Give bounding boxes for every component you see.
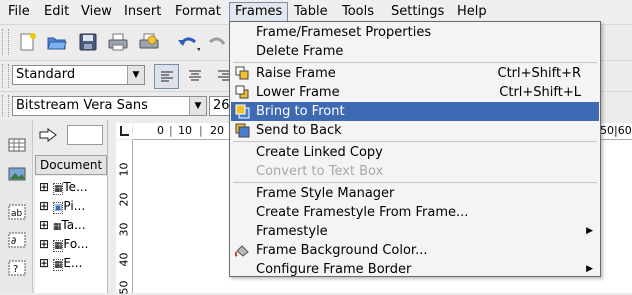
ruler-tick-label: 50 xyxy=(117,280,131,295)
ruler-tick-label: 20 xyxy=(210,124,224,137)
align-center-icon[interactable] xyxy=(183,64,207,88)
tree-item-formula-frames[interactable]: ⊞ ▦Fo... xyxy=(39,235,88,253)
tree-item-picture-frames[interactable]: ⊞ ▣Pi... xyxy=(39,197,85,215)
ruler-tick-mark: | xyxy=(199,124,203,137)
save-icon[interactable] xyxy=(76,30,100,54)
ruler-tick-label: 30 xyxy=(117,222,131,237)
ruler-tick-label: 10 xyxy=(178,124,192,137)
navigator-header[interactable]: Document xyxy=(35,155,107,175)
menu-insert[interactable]: Insert xyxy=(119,3,166,21)
toolbar-grip[interactable] xyxy=(2,64,9,88)
menu-table[interactable]: Table xyxy=(289,3,333,21)
menu-format[interactable]: Format xyxy=(170,3,226,21)
chevron-down-icon[interactable]: ▼ xyxy=(127,66,144,84)
navigate-icon[interactable] xyxy=(38,128,60,142)
send-to-back-icon xyxy=(235,123,250,138)
menu-item-send-to-back[interactable]: Send to Back xyxy=(231,121,599,140)
font-family-value: Bitstream Vera Sans xyxy=(16,98,148,113)
align-left-icon[interactable] xyxy=(154,64,179,89)
ruler-tick-label: 10 xyxy=(117,162,131,177)
menu-item-frame-properties[interactable]: Frame/Frameset Properties xyxy=(231,23,599,42)
menu-separator xyxy=(233,141,597,142)
menu-item-bring-to-front[interactable]: Bring to Front xyxy=(231,102,599,121)
new-document-icon[interactable] xyxy=(16,30,40,54)
print-icon[interactable] xyxy=(106,30,130,54)
font-size-combo[interactable]: 26 xyxy=(209,96,231,116)
menu-item-create-framestyle[interactable]: Create Framestyle From Frame... xyxy=(231,203,599,222)
raise-frame-icon xyxy=(235,66,250,81)
menu-item-frame-background-color[interactable]: Frame Background Color... xyxy=(231,241,599,260)
text-frame-tool-icon[interactable]: ab xyxy=(8,204,26,220)
chevron-down-icon[interactable]: ▼ xyxy=(189,97,206,115)
document-structure-panel: Document ⊞ ▦Te... ⊞ ▣Pi... ⊞ ▦Ta... ⊞ ▦F… xyxy=(33,120,108,293)
menu-tools[interactable]: Tools xyxy=(337,3,379,21)
menu-item-raise-frame[interactable]: Raise Frame Ctrl+Shift+R xyxy=(231,64,599,83)
ruler-tick-label: 20 xyxy=(117,192,131,207)
print-preview-icon[interactable] xyxy=(137,30,161,54)
menu-item-delete-frame[interactable]: Delete Frame xyxy=(231,42,599,61)
submenu-arrow-icon: ▶ xyxy=(586,226,593,236)
formula-tool-icon[interactable]: ∂ xyxy=(8,232,26,248)
toolbar-grip[interactable] xyxy=(2,29,9,55)
picture-tool-icon[interactable] xyxy=(8,167,26,181)
menu-edit[interactable]: Edit xyxy=(39,3,74,21)
svg-text:?: ? xyxy=(13,264,18,275)
font-size-value: 26 xyxy=(213,98,230,113)
tree-item-embedded-frames[interactable]: ⊞ ▦E... xyxy=(39,254,82,272)
menu-item-convert-to-text-box: Convert to Text Box xyxy=(256,164,384,179)
menu-view[interactable]: View xyxy=(76,3,117,21)
font-family-combo[interactable]: Bitstream Vera Sans ▼ xyxy=(12,96,207,116)
menu-item-lower-frame[interactable]: Lower Frame Ctrl+Shift+L xyxy=(231,83,599,102)
menu-settings[interactable]: Settings xyxy=(386,3,449,21)
redo-icon[interactable] xyxy=(205,30,229,54)
bring-to-front-icon xyxy=(235,104,250,119)
tree-item-text-frames[interactable]: ⊞ ▦Te... xyxy=(39,178,88,196)
paragraph-style-combo[interactable]: Standard ▼ xyxy=(12,65,145,85)
ruler-tick-label: 0 xyxy=(157,124,164,137)
part-tool-icon[interactable]: ? xyxy=(8,260,26,276)
tree-item-table-frames[interactable]: ⊞ ▦Ta... xyxy=(39,216,86,234)
frames-menu: Frame/Frameset Properties Delete Frame R… xyxy=(229,21,601,277)
svg-text:ab: ab xyxy=(11,209,23,219)
menu-file[interactable]: File xyxy=(3,3,35,21)
tool-sidebar: ab ∂ ? xyxy=(0,120,33,293)
lower-frame-icon xyxy=(235,85,250,100)
svg-text:∂: ∂ xyxy=(11,236,16,247)
ruler-corner xyxy=(116,123,132,139)
menu-item-create-linked-copy[interactable]: Create Linked Copy xyxy=(231,143,599,162)
ruler-tick-label: 40 xyxy=(117,252,131,267)
menu-item-configure-frame-border[interactable]: Configure Frame Border ▶ xyxy=(231,260,599,279)
undo-icon[interactable] xyxy=(176,30,200,54)
menu-frames[interactable]: Frames xyxy=(229,2,289,22)
toolbar-grip[interactable] xyxy=(2,95,9,117)
ruler-tick-label: 50|60 xyxy=(600,124,632,137)
navigator-search-input[interactable] xyxy=(67,125,103,145)
menu-separator xyxy=(233,182,597,183)
vertical-ruler[interactable]: 10 20 30 40 50 xyxy=(116,140,133,295)
menu-item-frame-style-manager[interactable]: Frame Style Manager xyxy=(231,184,599,203)
paint-bucket-icon xyxy=(234,243,250,258)
open-folder-icon[interactable] xyxy=(45,30,69,54)
menu-separator xyxy=(233,62,597,63)
paragraph-style-value: Standard xyxy=(16,67,76,82)
submenu-arrow-icon: ▶ xyxy=(586,264,593,274)
navigator-tree: ⊞ ▦Te... ⊞ ▣Pi... ⊞ ▦Ta... ⊞ ▦Fo... ⊞ ▦E… xyxy=(35,176,107,293)
ruler-tick-mark: | xyxy=(169,124,173,137)
table-tool-icon[interactable] xyxy=(8,138,26,152)
menu-help[interactable]: Help xyxy=(452,3,492,21)
menu-item-framestyle[interactable]: Framestyle ▶ xyxy=(231,222,599,241)
